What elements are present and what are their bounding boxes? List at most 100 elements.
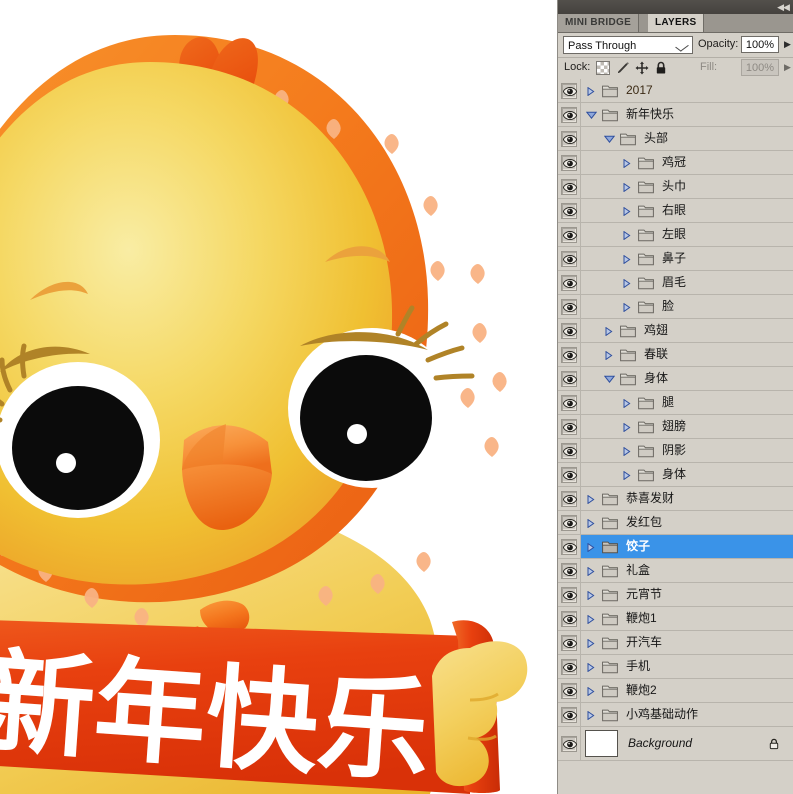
eye-icon[interactable] xyxy=(561,250,577,267)
document-canvas[interactable]: 新年快乐 xyxy=(0,0,557,794)
layer-row[interactable]: 新年快乐 xyxy=(558,103,793,127)
layer-name: 头部 xyxy=(644,131,669,145)
eye-icon[interactable] xyxy=(561,586,577,603)
eye-icon[interactable] xyxy=(561,346,577,363)
eye-icon[interactable] xyxy=(561,130,577,147)
layer-row[interactable]: 发红包 xyxy=(558,511,793,535)
layer-row[interactable]: 脸 xyxy=(558,295,793,319)
opacity-input[interactable]: 100% xyxy=(741,36,779,53)
layer-row[interactable]: 眉毛 xyxy=(558,271,793,295)
disclosure-triangle-right-icon[interactable] xyxy=(604,350,613,360)
layer-row[interactable]: 身体 xyxy=(558,367,793,391)
eye-icon[interactable] xyxy=(561,370,577,387)
disclosure-triangle-down-icon[interactable] xyxy=(604,375,615,384)
eye-icon[interactable] xyxy=(561,418,577,435)
layer-row[interactable]: 鞭炮2 xyxy=(558,679,793,703)
layer-row[interactable]: 鸡翅 xyxy=(558,319,793,343)
eye-icon[interactable] xyxy=(561,226,577,243)
layer-list[interactable]: 2017 新年快乐 头部 鸡冠 头巾 右眼 左眼 鼻子 眉毛脸鸡翅 春联 身体腿翅膀 阴影 身体 恭喜发财… xyxy=(558,79,793,794)
eye-icon[interactable] xyxy=(561,490,577,507)
tab-layers[interactable]: LAYERS xyxy=(648,14,705,32)
eye-icon[interactable] xyxy=(561,735,577,752)
eye-icon[interactable] xyxy=(561,178,577,195)
disclosure-triangle-right-icon[interactable] xyxy=(586,518,595,528)
disclosure-triangle-right-icon[interactable] xyxy=(604,326,613,336)
layer-row[interactable]: 开汽车 xyxy=(558,631,793,655)
disclosure-triangle-right-icon[interactable] xyxy=(622,230,631,240)
disclosure-triangle-right-icon[interactable] xyxy=(586,86,595,96)
lock-all-padlock-icon[interactable] xyxy=(654,61,668,75)
fill-input[interactable]: 100% xyxy=(741,59,779,76)
eye-icon[interactable] xyxy=(561,442,577,459)
disclosure-triangle-right-icon[interactable] xyxy=(586,542,595,552)
layer-row[interactable]: 恭喜发财 xyxy=(558,487,793,511)
layer-row[interactable]: 饺子 xyxy=(558,535,793,559)
eye-icon[interactable] xyxy=(561,202,577,219)
layer-row[interactable]: 鸡冠 xyxy=(558,151,793,175)
eye-icon[interactable] xyxy=(561,322,577,339)
layer-row[interactable]: 元宵节 xyxy=(558,583,793,607)
collapse-arrows-icon[interactable]: ◀◀ xyxy=(776,2,790,12)
lock-image-pixels-brush-icon[interactable] xyxy=(616,61,630,75)
disclosure-triangle-right-icon[interactable] xyxy=(622,302,631,312)
disclosure-triangle-right-icon[interactable] xyxy=(622,278,631,288)
layer-row[interactable]: 腿 xyxy=(558,391,793,415)
eye-icon[interactable] xyxy=(561,562,577,579)
lock-transparent-pixels-icon[interactable] xyxy=(596,61,610,75)
disclosure-triangle-right-icon[interactable] xyxy=(586,662,595,672)
layer-row[interactable]: 阴影 xyxy=(558,439,793,463)
eye-icon[interactable] xyxy=(561,538,577,555)
eye-icon[interactable] xyxy=(561,394,577,411)
eye-icon[interactable] xyxy=(561,610,577,627)
layer-row[interactable]: 2017 xyxy=(558,79,793,103)
eye-icon[interactable] xyxy=(561,682,577,699)
layer-row[interactable]: 身体 xyxy=(558,463,793,487)
disclosure-triangle-right-icon[interactable] xyxy=(586,494,595,504)
lock-position-move-icon[interactable] xyxy=(635,61,649,75)
layer-thumbnail[interactable] xyxy=(585,730,618,757)
eye-icon[interactable] xyxy=(561,154,577,171)
disclosure-triangle-right-icon[interactable] xyxy=(586,590,595,600)
eye-icon[interactable] xyxy=(561,274,577,291)
opacity-stepper-icon[interactable]: ▶ xyxy=(782,36,793,53)
disclosure-triangle-right-icon[interactable] xyxy=(586,566,595,576)
eye-icon[interactable] xyxy=(561,298,577,315)
layer-row[interactable]: 左眼 xyxy=(558,223,793,247)
disclosure-triangle-right-icon[interactable] xyxy=(622,446,631,456)
eye-icon[interactable] xyxy=(561,706,577,723)
disclosure-triangle-right-icon[interactable] xyxy=(622,182,631,192)
layer-row[interactable]: 右眼 xyxy=(558,199,793,223)
disclosure-triangle-right-icon[interactable] xyxy=(622,470,631,480)
layer-row[interactable]: 头部 xyxy=(558,127,793,151)
disclosure-triangle-down-icon[interactable] xyxy=(586,111,597,120)
layer-row[interactable]: 鞭炮1 xyxy=(558,607,793,631)
disclosure-triangle-right-icon[interactable] xyxy=(622,206,631,216)
eye-icon[interactable] xyxy=(561,466,577,483)
disclosure-triangle-right-icon[interactable] xyxy=(586,686,595,696)
disclosure-triangle-right-icon[interactable] xyxy=(622,398,631,408)
eye-icon[interactable] xyxy=(561,514,577,531)
eye-icon[interactable] xyxy=(561,106,577,123)
eye-icon[interactable] xyxy=(561,658,577,675)
tab-mini-bridge[interactable]: MINI BRIDGE xyxy=(558,14,640,32)
disclosure-triangle-right-icon[interactable] xyxy=(586,614,595,624)
fill-stepper-icon[interactable]: ▶ xyxy=(782,59,793,76)
layer-row[interactable]: 鼻子 xyxy=(558,247,793,271)
disclosure-triangle-right-icon[interactable] xyxy=(622,158,631,168)
photoshop-window: 新年快乐 ◀◀ MINI BRIDGE LAYERS Pass Through … xyxy=(0,0,793,794)
eye-icon[interactable] xyxy=(561,82,577,99)
layer-row[interactable]: Background xyxy=(558,727,793,761)
disclosure-triangle-right-icon[interactable] xyxy=(586,638,595,648)
layer-row[interactable]: 礼盒 xyxy=(558,559,793,583)
disclosure-triangle-right-icon[interactable] xyxy=(586,710,595,720)
disclosure-triangle-right-icon[interactable] xyxy=(622,254,631,264)
blend-mode-select[interactable]: Pass Through xyxy=(563,36,693,54)
layer-row[interactable]: 春联 xyxy=(558,343,793,367)
disclosure-triangle-right-icon[interactable] xyxy=(622,422,631,432)
layer-row[interactable]: 小鸡基础动作 xyxy=(558,703,793,727)
disclosure-triangle-down-icon[interactable] xyxy=(604,135,615,144)
layer-row[interactable]: 头巾 xyxy=(558,175,793,199)
layer-row[interactable]: 手机 xyxy=(558,655,793,679)
layer-row[interactable]: 翅膀 xyxy=(558,415,793,439)
eye-icon[interactable] xyxy=(561,634,577,651)
